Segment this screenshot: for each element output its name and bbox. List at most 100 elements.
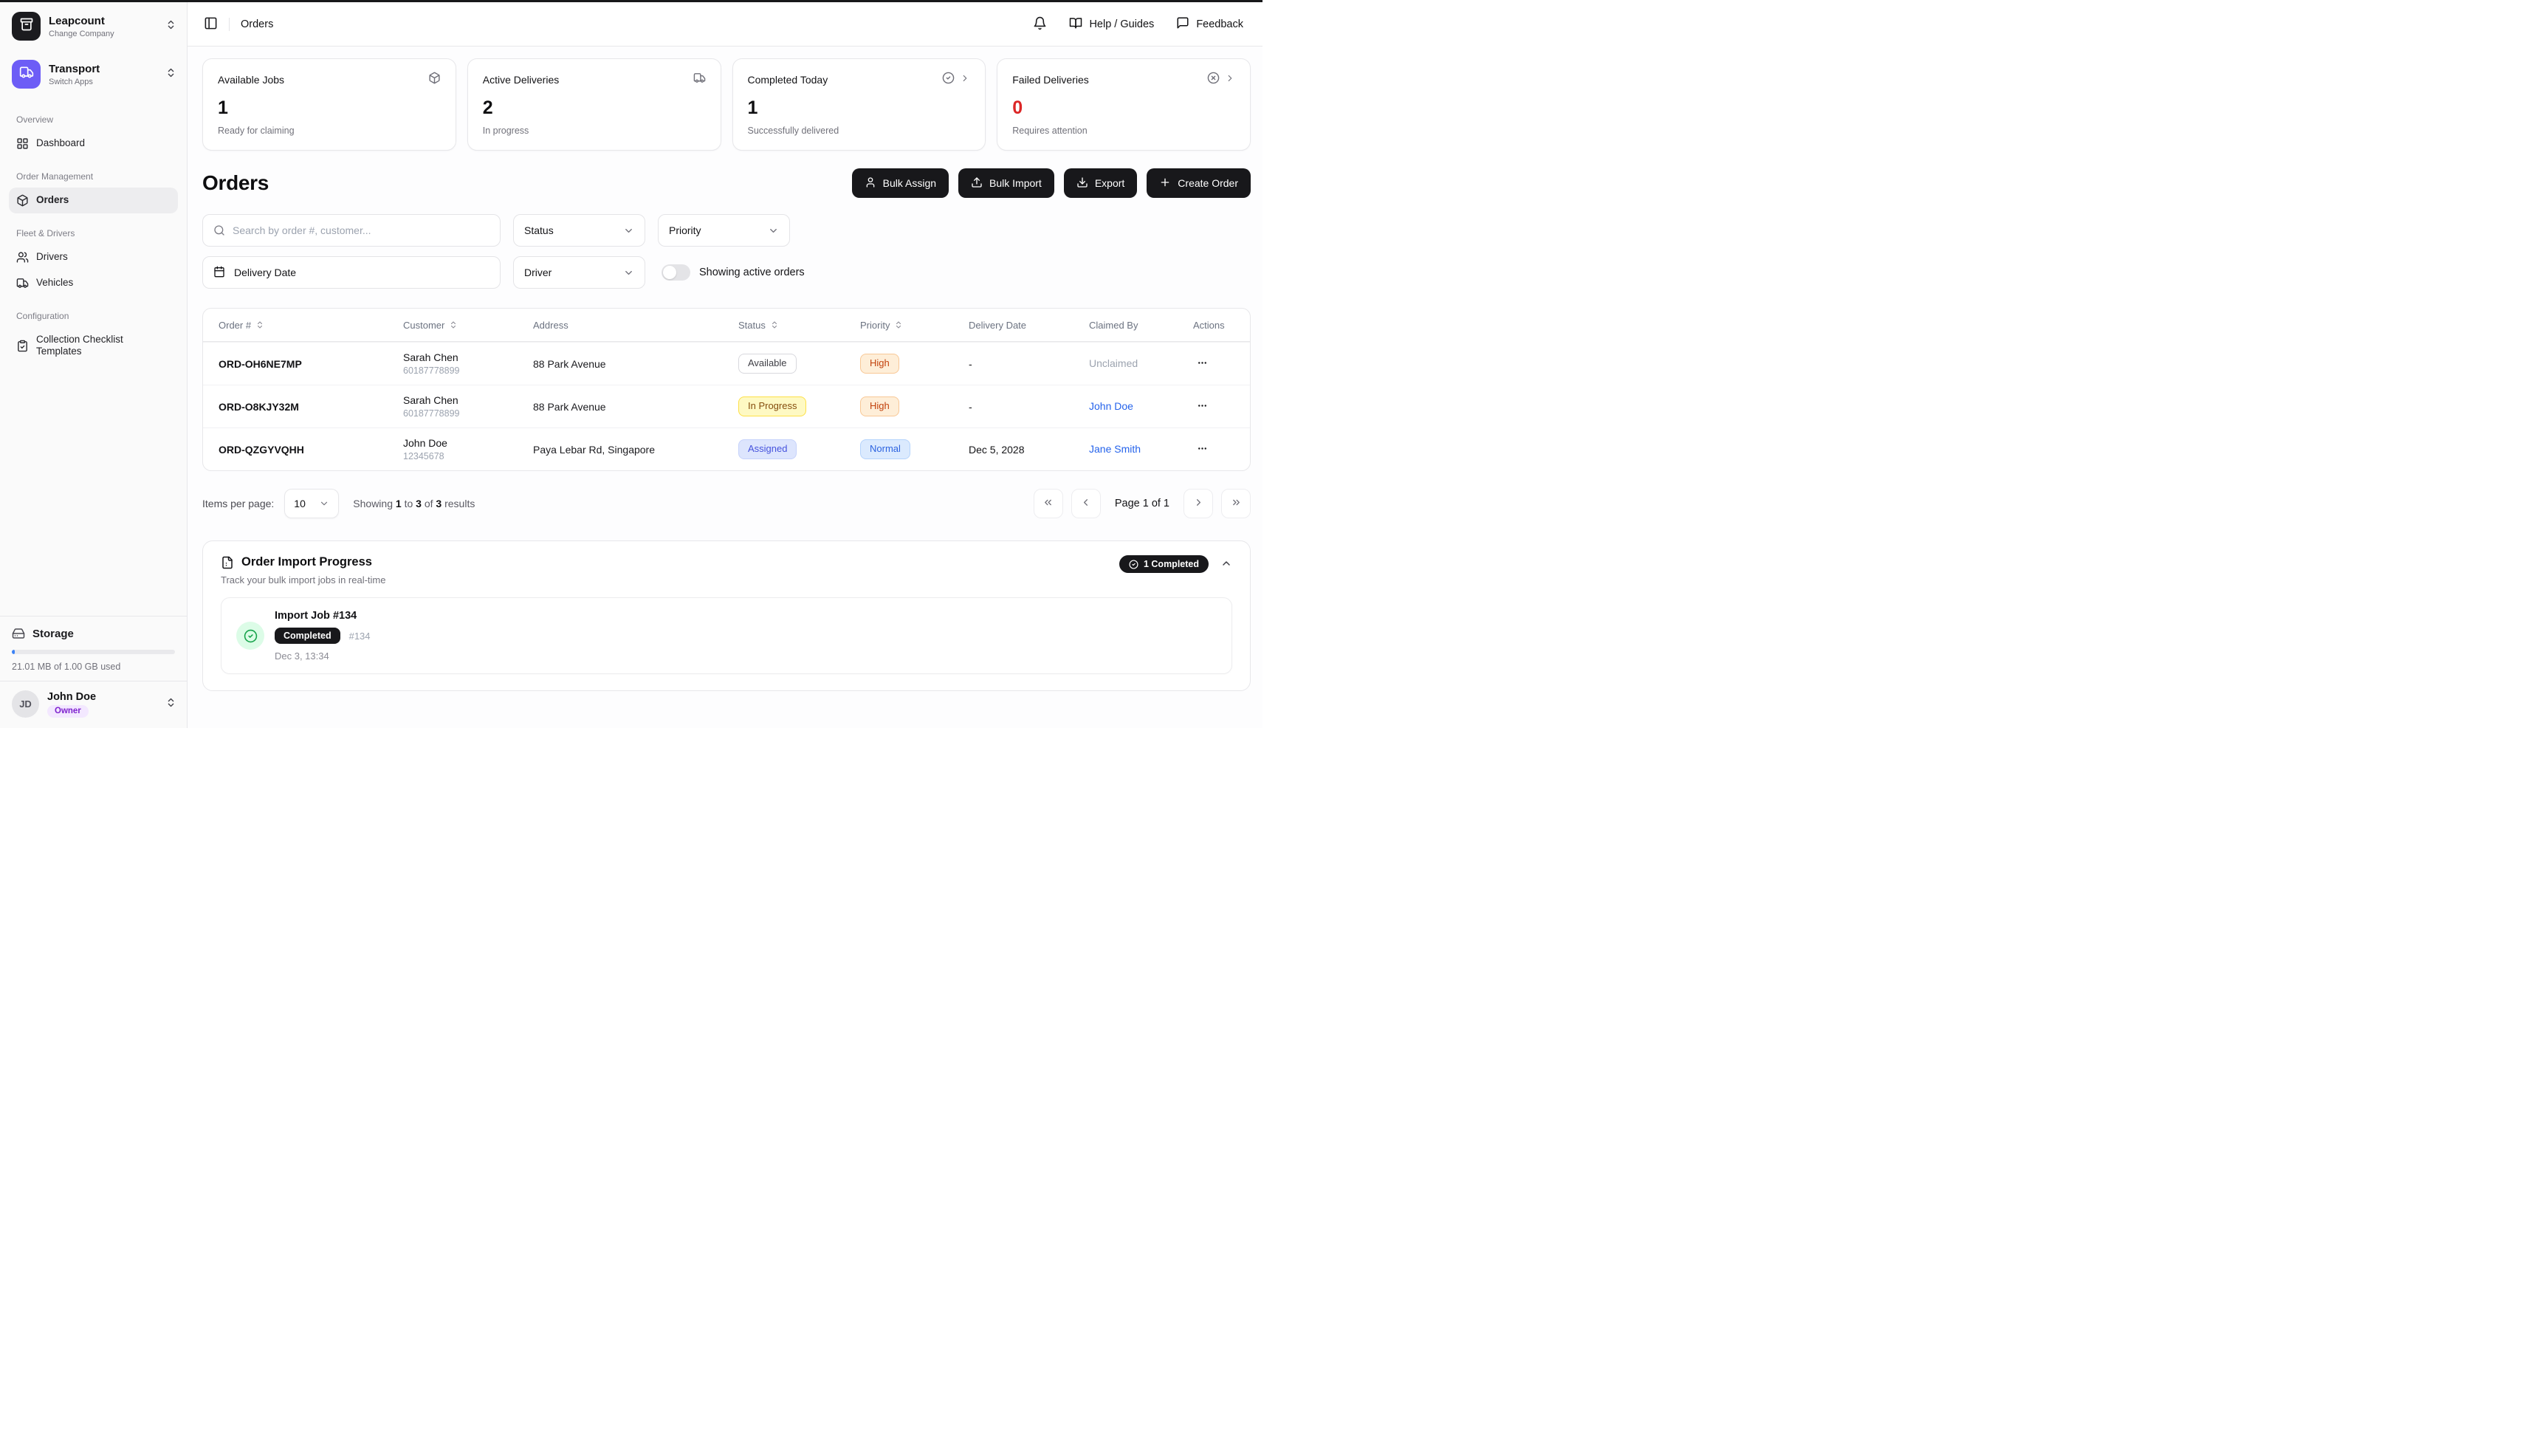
- chevrons-up-down-icon: [165, 67, 176, 82]
- active-orders-toggle[interactable]: [662, 264, 690, 281]
- content: Available Jobs 1 Ready for claiming Acti…: [188, 47, 1262, 728]
- row-actions-button[interactable]: [1193, 354, 1212, 374]
- create-order-button[interactable]: Create Order: [1147, 168, 1251, 198]
- active-orders-toggle-label: Showing active orders: [699, 267, 805, 278]
- bulk-assign-label: Bulk Assign: [883, 177, 936, 189]
- nav-section-configuration: Configuration: [16, 311, 171, 321]
- delivery-date-cell: -: [969, 401, 1089, 413]
- stat-value: 1: [218, 97, 441, 119]
- bulk-assign-button[interactable]: Bulk Assign: [852, 168, 949, 198]
- last-page-button[interactable]: [1221, 489, 1251, 518]
- file-text-icon: [221, 556, 234, 569]
- stat-card-active-deliveries: Active Deliveries 2 In progress: [467, 58, 721, 151]
- page-status: Page 1 of 1: [1115, 498, 1169, 509]
- column-header-status[interactable]: Status: [738, 320, 860, 331]
- column-header-claimed-by: Claimed By: [1089, 320, 1193, 331]
- chevron-right-icon: [1193, 497, 1204, 510]
- claimed-by-link[interactable]: John Doe: [1089, 400, 1133, 412]
- stat-card-failed-deliveries[interactable]: Failed Deliveries 0 Requires attention: [997, 58, 1251, 151]
- delivery-date-label: Delivery Date: [234, 267, 296, 278]
- status-filter-label: Status: [524, 224, 554, 236]
- status-badge: In Progress: [738, 396, 806, 416]
- bell-icon: [1033, 16, 1047, 32]
- chevron-up-icon: [1220, 557, 1232, 571]
- page-title: Orders: [202, 171, 269, 195]
- package-icon: [16, 194, 29, 207]
- driver-filter-select[interactable]: Driver: [513, 256, 645, 289]
- chevron-right-icon: [960, 73, 970, 87]
- table-row[interactable]: ORD-O8KJY32M Sarah Chen 60187778899 88 P…: [203, 385, 1250, 427]
- claimed-by-link[interactable]: Jane Smith: [1089, 443, 1141, 455]
- stat-value: 2: [483, 97, 706, 119]
- collapse-button[interactable]: [1220, 557, 1232, 571]
- stats-row: Available Jobs 1 Ready for claiming Acti…: [202, 58, 1251, 151]
- previous-page-button[interactable]: [1071, 489, 1101, 518]
- status-filter-select[interactable]: Status: [513, 214, 645, 247]
- sidebar-item-orders[interactable]: Orders: [9, 188, 178, 213]
- column-header-priority[interactable]: Priority: [860, 320, 969, 331]
- row-actions-button[interactable]: [1193, 439, 1212, 460]
- table-row[interactable]: ORD-QZGYVQHH John Doe 12345678 Paya Leba…: [203, 427, 1250, 470]
- customer-cell: Sarah Chen 60187778899: [403, 351, 533, 376]
- user-role-badge: Owner: [47, 705, 89, 718]
- row-actions-button[interactable]: [1193, 396, 1212, 417]
- customer-cell: John Doe 12345678: [403, 437, 533, 461]
- stat-value: 0: [1012, 97, 1235, 119]
- stat-subtitle: Requires attention: [1012, 126, 1235, 136]
- sort-icon: [255, 320, 264, 329]
- help-guides-link[interactable]: Help / Guides: [1069, 16, 1154, 32]
- bulk-import-button[interactable]: Bulk Import: [958, 168, 1054, 198]
- sort-icon: [770, 320, 779, 329]
- stat-title: Active Deliveries: [483, 74, 559, 86]
- hard-drive-icon: [12, 627, 25, 640]
- address-cell: 88 Park Avenue: [533, 401, 738, 413]
- feedback-link[interactable]: Feedback: [1176, 16, 1243, 32]
- sidebar-item-vehicles[interactable]: Vehicles: [9, 270, 178, 296]
- sidebar-item-drivers[interactable]: Drivers: [9, 244, 178, 270]
- priority-filter-select[interactable]: Priority: [658, 214, 790, 247]
- chevrons-right-icon: [1231, 497, 1242, 510]
- customer-phone: 60187778899: [403, 408, 533, 419]
- column-header-order[interactable]: Order #: [219, 320, 403, 331]
- chevron-down-icon: [768, 225, 779, 236]
- table-row[interactable]: ORD-OH6NE7MP Sarah Chen 60187778899 88 P…: [203, 342, 1250, 385]
- user-menu[interactable]: JD John Doe Owner: [0, 681, 187, 728]
- stat-card-available-jobs: Available Jobs 1 Ready for claiming: [202, 58, 456, 151]
- sidebar-toggle-button[interactable]: [204, 16, 218, 32]
- delivery-date-cell: Dec 5, 2028: [969, 444, 1089, 456]
- bulk-import-label: Bulk Import: [989, 177, 1042, 189]
- sidebar-item-collection-checklist-templates[interactable]: Collection Checklist Templates: [9, 327, 178, 364]
- search-icon: [213, 224, 225, 236]
- company-switcher[interactable]: Leapcount Change Company: [0, 2, 187, 50]
- pagination: Items per page: 10 Showing 1 to 3 of 3: [202, 489, 1251, 518]
- driver-filter-label: Driver: [524, 267, 552, 278]
- toggle-knob: [663, 266, 676, 279]
- export-label: Export: [1095, 177, 1124, 189]
- first-page-button[interactable]: [1034, 489, 1063, 518]
- items-per-page-select[interactable]: 10: [284, 489, 339, 518]
- users-icon: [16, 251, 29, 264]
- nav-section-order-management: Order Management: [16, 171, 171, 182]
- sidebar-item-label: Collection Checklist Templates: [36, 334, 171, 357]
- column-header-delivery-date: Delivery Date: [969, 320, 1089, 331]
- priority-badge: Normal: [860, 439, 910, 459]
- clipboard-check-icon: [16, 340, 29, 352]
- delivery-date-filter-button[interactable]: Delivery Date: [202, 256, 501, 289]
- sidebar-item-dashboard[interactable]: Dashboard: [9, 131, 178, 157]
- notifications-button[interactable]: [1033, 16, 1047, 32]
- priority-badge: High: [860, 396, 899, 416]
- topbar: Orders Help / Guides: [188, 2, 1262, 47]
- truck-icon: [16, 277, 29, 289]
- completed-count-badge: 1 Completed: [1119, 555, 1209, 573]
- company-name: Leapcount: [49, 15, 157, 28]
- table-header-row: Order # Customer Address Status: [203, 309, 1250, 342]
- orders-table: Order # Customer Address Status: [202, 308, 1251, 471]
- package-icon: [428, 72, 441, 88]
- search-input[interactable]: [233, 224, 489, 236]
- stat-card-completed-today[interactable]: Completed Today 1 Successfully delivered: [732, 58, 986, 151]
- export-button[interactable]: Export: [1064, 168, 1137, 198]
- column-header-customer[interactable]: Customer: [403, 320, 533, 331]
- chevron-down-icon: [623, 267, 634, 278]
- next-page-button[interactable]: [1184, 489, 1213, 518]
- app-switcher[interactable]: Transport Switch Apps: [0, 50, 187, 98]
